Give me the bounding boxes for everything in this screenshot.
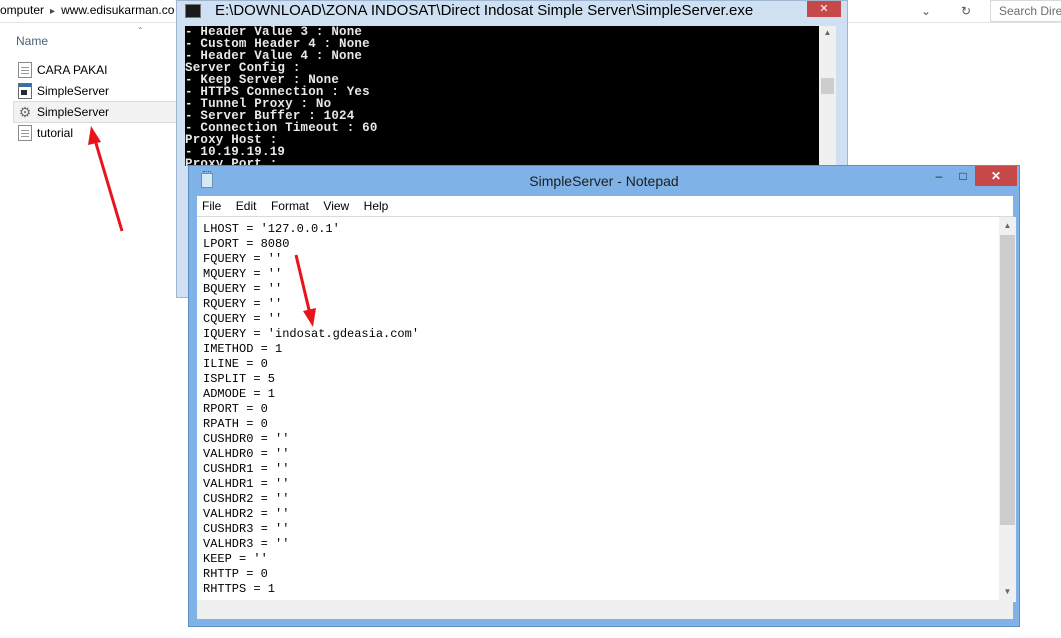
text-line: CUSHDR3 = '' bbox=[203, 522, 290, 536]
console-scrollbar[interactable]: ▲ bbox=[819, 26, 836, 166]
close-button[interactable]: ✕ bbox=[975, 166, 1017, 186]
file-item-simpleserver-config[interactable]: ⚙ SimpleServer bbox=[13, 101, 180, 123]
text-line: RPORT = 0 bbox=[203, 402, 268, 416]
text-line: VALHDR2 = '' bbox=[203, 507, 290, 521]
console-close-button[interactable]: ✕ bbox=[807, 1, 841, 17]
text-line: FQUERY = '' bbox=[203, 252, 283, 266]
text-line: LPORT = 8080 bbox=[203, 237, 290, 251]
text-line: RPATH = 0 bbox=[203, 417, 268, 431]
menu-view[interactable]: View bbox=[318, 196, 354, 216]
text-document-icon bbox=[18, 125, 32, 141]
scroll-thumb[interactable] bbox=[1000, 235, 1015, 525]
file-item-tutorial[interactable]: tutorial bbox=[14, 123, 179, 143]
dropdown-icon[interactable]: ⌄ bbox=[916, 2, 936, 20]
console-line: - 10.19.19.19 bbox=[185, 145, 286, 159]
file-name: SimpleServer bbox=[37, 105, 110, 119]
scroll-up-icon[interactable]: ▲ bbox=[999, 219, 1016, 233]
breadcrumb[interactable]: omputer ▸ www.edisukarman.co bbox=[0, 3, 174, 17]
console-line: - Connection Timeout : 60 bbox=[185, 121, 378, 135]
address-controls: ⌄ ↻ bbox=[850, 0, 980, 21]
text-line: CUSHDR1 = '' bbox=[203, 462, 290, 476]
sort-chevron-icon: ⌃ bbox=[137, 26, 144, 35]
notepad-title: SimpleServer - Notepad bbox=[529, 173, 679, 189]
text-line: CUSHDR2 = '' bbox=[203, 492, 290, 506]
maximize-button[interactable]: □ bbox=[951, 166, 975, 186]
file-name: CARA PAKAI bbox=[37, 63, 108, 77]
file-name: SimpleServer bbox=[37, 84, 110, 98]
text-line: VALHDR0 = '' bbox=[203, 447, 290, 461]
breadcrumb-separator-icon: ▸ bbox=[50, 6, 56, 17]
editor-content[interactable]: LHOST = '127.0.0.1' LPORT = 8080 FQUERY … bbox=[203, 222, 419, 597]
console-output: - Header Value 3 : None - Custom Header … bbox=[185, 26, 819, 166]
scroll-thumb[interactable] bbox=[821, 78, 834, 94]
text-line: RHTTPS = 1 bbox=[203, 582, 276, 596]
breadcrumb-computer[interactable]: omputer bbox=[0, 3, 44, 17]
text-line: KEEP = '' bbox=[203, 552, 268, 566]
text-line: VALHDR3 = '' bbox=[203, 537, 290, 551]
text-line: VALHDR1 = '' bbox=[203, 477, 290, 491]
refresh-icon[interactable]: ↻ bbox=[956, 2, 976, 20]
menu-help[interactable]: Help bbox=[359, 196, 394, 216]
text-line: CQUERY = '' bbox=[203, 312, 283, 326]
file-name: tutorial bbox=[37, 126, 74, 140]
config-settings-icon: ⚙ bbox=[18, 104, 32, 120]
text-line: RHTTP = 0 bbox=[203, 567, 268, 581]
text-line: IMETHOD = 1 bbox=[203, 342, 283, 356]
breadcrumb-folder[interactable]: www.edisukarman.co bbox=[61, 3, 174, 17]
application-icon bbox=[18, 83, 32, 99]
menu-edit[interactable]: Edit bbox=[231, 196, 262, 216]
text-line: IQUERY = 'indosat.gdeasia.com' bbox=[203, 327, 420, 341]
console-app-icon bbox=[185, 4, 201, 18]
file-list: CARA PAKAI SimpleServer ⚙ SimpleServer t… bbox=[13, 60, 180, 144]
horizontal-scrollbar[interactable] bbox=[197, 600, 1013, 619]
menu-format[interactable]: Format bbox=[266, 196, 314, 216]
scroll-down-icon[interactable]: ▼ bbox=[999, 585, 1016, 599]
notepad-window[interactable]: SimpleServer - Notepad – □ ✕ File Edit F… bbox=[188, 165, 1020, 627]
column-header-name[interactable]: Name bbox=[16, 34, 48, 48]
file-item-simpleserver-exe[interactable]: SimpleServer bbox=[14, 81, 179, 101]
search-input[interactable]: Search Direc bbox=[990, 0, 1061, 22]
text-line: BQUERY = '' bbox=[203, 282, 283, 296]
console-title: E:\DOWNLOAD\ZONA INDOSAT\Direct Indosat … bbox=[215, 2, 754, 19]
minimize-button[interactable]: – bbox=[927, 166, 951, 186]
text-editor[interactable]: LHOST = '127.0.0.1' LPORT = 8080 FQUERY … bbox=[197, 216, 1016, 602]
text-line: CUSHDR0 = '' bbox=[203, 432, 290, 446]
console-titlebar[interactable]: E:\DOWNLOAD\ZONA INDOSAT\Direct Indosat … bbox=[177, 1, 847, 23]
text-line: ILINE = 0 bbox=[203, 357, 268, 371]
notepad-titlebar[interactable]: SimpleServer - Notepad – □ ✕ bbox=[189, 166, 1019, 195]
menu-file[interactable]: File bbox=[197, 196, 226, 216]
menu-bar: File Edit Format View Help bbox=[197, 196, 1013, 216]
vertical-scrollbar[interactable]: ▲ ▼ bbox=[999, 217, 1016, 602]
text-line: ADMODE = 1 bbox=[203, 387, 276, 401]
text-line: MQUERY = '' bbox=[203, 267, 283, 281]
text-line: ISPLIT = 5 bbox=[203, 372, 276, 386]
text-line: LHOST = '127.0.0.1' bbox=[203, 222, 340, 236]
file-item-cara-pakai[interactable]: CARA PAKAI bbox=[14, 60, 179, 80]
text-document-icon bbox=[18, 62, 32, 78]
search-placeholder: Search Direc bbox=[999, 4, 1061, 18]
scroll-up-icon[interactable]: ▲ bbox=[819, 26, 836, 40]
text-line: RQUERY = '' bbox=[203, 297, 283, 311]
